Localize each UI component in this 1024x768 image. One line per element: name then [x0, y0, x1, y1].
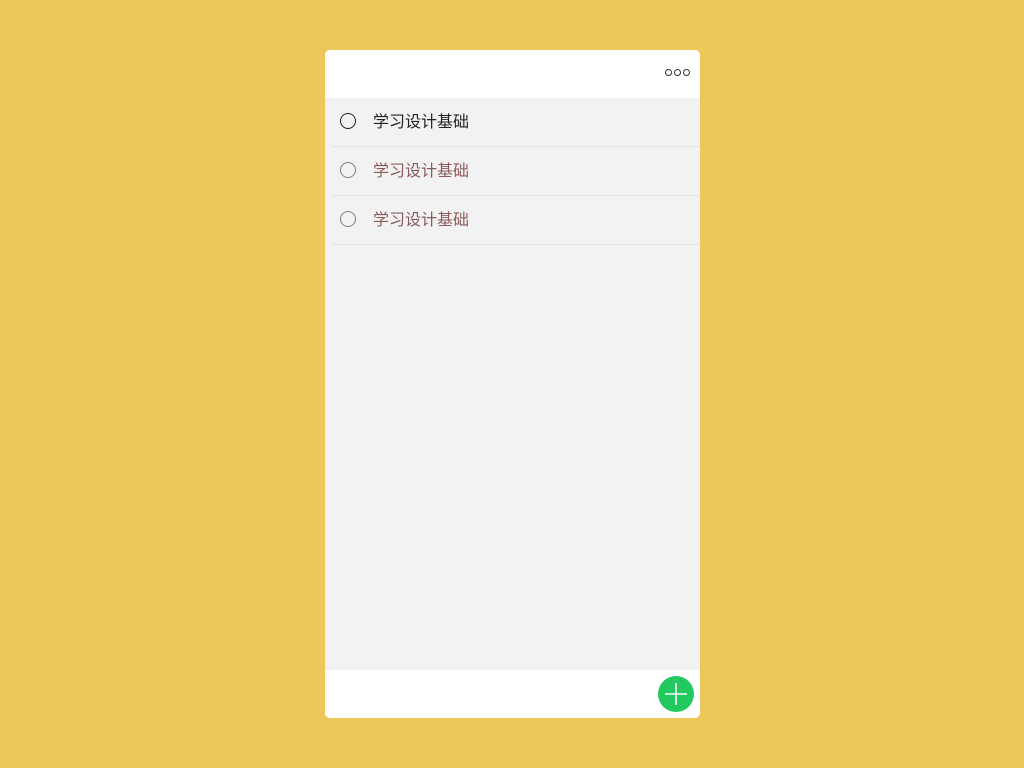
empty-circle-icon[interactable] — [340, 113, 356, 129]
task-list: 学习设计基础 学习设计基础 学习设计基础 — [325, 98, 700, 245]
empty-circle-icon[interactable] — [340, 211, 356, 227]
task-item[interactable]: 学习设计基础 — [332, 196, 700, 245]
app-window: 学习设计基础 学习设计基础 学习设计基础 — [325, 50, 700, 718]
empty-circle-icon[interactable] — [340, 162, 356, 178]
task-label: 学习设计基础 — [373, 210, 470, 229]
more-dots-icon — [665, 69, 672, 76]
add-task-button[interactable] — [658, 676, 694, 712]
task-item[interactable]: 学习设计基础 — [332, 98, 700, 147]
more-options-button[interactable] — [665, 69, 690, 76]
task-label: 学习设计基础 — [373, 112, 470, 131]
more-dots-icon — [683, 69, 690, 76]
task-item[interactable]: 学习设计基础 — [332, 147, 700, 196]
bottom-bar — [325, 670, 700, 718]
top-bar — [325, 50, 700, 98]
more-dots-icon — [674, 69, 681, 76]
task-label: 学习设计基础 — [373, 161, 470, 180]
plus-icon — [658, 676, 694, 712]
